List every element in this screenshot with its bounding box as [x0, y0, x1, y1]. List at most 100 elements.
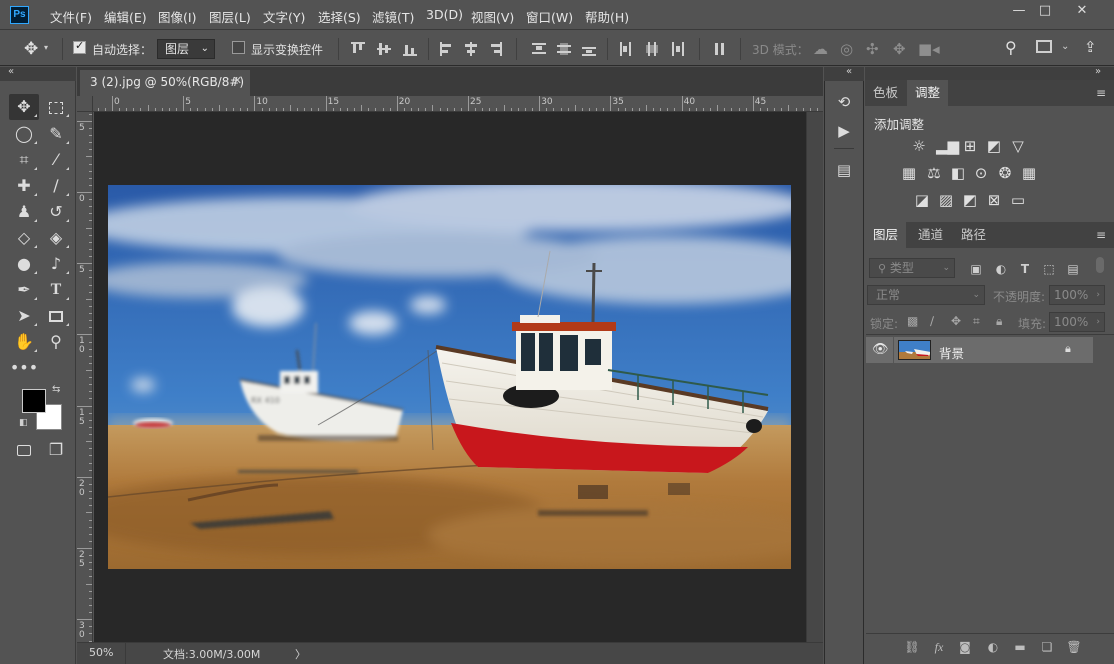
tab-adjustments[interactable]: 调整	[907, 80, 949, 106]
menu-edit[interactable]: 编辑(E)	[104, 7, 147, 26]
auto-select-checkbox[interactable]	[73, 39, 86, 54]
eye-visibility-icon[interactable]: 👁︎	[872, 342, 889, 357]
actions-play-icon[interactable]: ▶	[834, 121, 854, 141]
roll-3d-icon[interactable]: ◎	[840, 42, 853, 57]
document-tab[interactable]: 3 (2).jpg @ 50%(RGB/8#) ✕	[80, 70, 250, 96]
path-selection-tool[interactable]: ➤	[9, 303, 39, 329]
layer-name[interactable]: 背景	[939, 343, 964, 362]
auto-select-target-dropdown[interactable]: 图层 ⌄	[157, 39, 215, 59]
lock-all-icon[interactable]: 🔒︎	[996, 314, 1002, 329]
posterize-icon[interactable]: ▨	[937, 191, 955, 209]
quick-mask-button[interactable]	[9, 437, 39, 463]
maximize-button[interactable]: □	[1028, 0, 1062, 22]
color-lookup-icon[interactable]: ▦	[1020, 164, 1038, 182]
foreground-color-swatch[interactable]	[22, 389, 46, 413]
threshold-icon[interactable]: ◩	[961, 191, 979, 209]
delete-layer-trash-icon[interactable]: 🗑︎	[1066, 639, 1082, 655]
menu-3d[interactable]: 3D(D)	[426, 7, 463, 22]
selective-color-icon[interactable]: ⊠	[985, 191, 1003, 209]
distribute-top-icon[interactable]	[532, 42, 546, 56]
eraser-tool[interactable]: ◇	[9, 225, 39, 251]
close-button[interactable]: ✕	[1065, 0, 1099, 22]
photo-filter-icon[interactable]: ⊙	[972, 164, 990, 182]
gradient-map-icon[interactable]: ▭	[1009, 191, 1027, 209]
menu-layer[interactable]: 图层(L)	[209, 7, 251, 26]
dock-header[interactable]: «	[824, 66, 864, 81]
pen-tool[interactable]: ✒	[9, 277, 39, 303]
panel-menu-icon[interactable]: ≡	[1096, 228, 1106, 242]
hue-saturation-icon[interactable]: ▦	[900, 164, 918, 182]
lock-artboard-icon[interactable]: ⌗	[973, 314, 980, 329]
search-icon[interactable]: ⚲	[1005, 38, 1017, 57]
tab-channels[interactable]: 通道	[910, 222, 951, 248]
edit-toolbar-button[interactable]: •••	[9, 355, 39, 381]
collapse-icon[interactable]: «	[846, 66, 852, 77]
tool-preset-chevron-icon[interactable]: ▾	[44, 43, 48, 52]
invert-icon[interactable]: ◪	[913, 191, 931, 209]
scale-3d-icon[interactable]: ■◂	[918, 42, 940, 57]
menu-help[interactable]: 帮助(H)	[585, 7, 629, 26]
share-icon[interactable]: ⇪	[1084, 38, 1097, 56]
document-image[interactable]: RX 410	[108, 185, 791, 569]
distribute-bottom-icon[interactable]	[582, 42, 596, 56]
align-horizontal-center-icon[interactable]	[464, 42, 478, 56]
workspace-icon[interactable]	[1036, 40, 1052, 53]
black-white-icon[interactable]: ◧	[949, 164, 967, 182]
fill-field[interactable]: 100% ›	[1049, 312, 1105, 332]
default-colors-icon[interactable]: ◧	[19, 418, 28, 428]
brightness-contrast-icon[interactable]: ☼	[910, 137, 928, 155]
color-balance-icon[interactable]: ⚖	[925, 164, 943, 182]
history-brush-tool[interactable]: ↺	[41, 199, 71, 225]
status-menu-arrow[interactable]: 〉	[295, 646, 306, 662]
vertical-scrollbar[interactable]	[806, 112, 823, 642]
brush-tool[interactable]: ∕	[41, 173, 71, 199]
align-vertical-center-icon[interactable]	[377, 42, 391, 56]
filter-toggle[interactable]	[1096, 257, 1104, 273]
align-top-icon[interactable]	[351, 42, 365, 56]
toolbox-header[interactable]: «	[0, 66, 76, 81]
slide-3d-icon[interactable]: ✥	[893, 42, 906, 57]
zoom-tool[interactable]: ⚲	[41, 329, 71, 355]
lock-brush-icon[interactable]: ∕	[930, 314, 934, 328]
curves-icon[interactable]: ⊞	[961, 137, 979, 155]
collapse-icon[interactable]: «	[8, 66, 14, 77]
orbit-3d-icon[interactable]: ☁	[813, 42, 828, 57]
auto-align-layers-icon[interactable]	[713, 42, 727, 56]
vibrance-icon[interactable]: ▽	[1009, 137, 1027, 155]
layer-style-fx-icon[interactable]: fx	[931, 639, 947, 655]
filter-adjustment-icon[interactable]: ◐	[993, 261, 1009, 277]
tab-swatches[interactable]: 色板	[865, 80, 906, 106]
swap-colors-icon[interactable]: ⇆	[52, 384, 60, 395]
align-right-icon[interactable]	[488, 42, 502, 56]
menu-view[interactable]: 视图(V)	[471, 7, 514, 26]
align-left-icon[interactable]	[440, 42, 454, 56]
horizontal-ruler[interactable]: 0 5 10 15 20 25 30 35 40 45	[93, 96, 823, 112]
drag-3d-icon[interactable]: ✣	[866, 42, 879, 57]
crop-tool[interactable]: ⌗	[9, 147, 39, 173]
filter-shape-icon[interactable]: ⬚	[1041, 261, 1057, 277]
blend-mode-dropdown[interactable]: 正常 ⌄	[867, 285, 985, 305]
lock-transparent-icon[interactable]: ▩	[907, 314, 918, 328]
exposure-icon[interactable]: ◩	[985, 137, 1003, 155]
close-tab-icon[interactable]: ✕	[233, 74, 242, 87]
paint-bucket-tool[interactable]: ◈	[41, 225, 71, 251]
tab-paths[interactable]: 路径	[953, 222, 994, 248]
show-transform-checkbox[interactable]	[232, 41, 245, 54]
vertical-ruler[interactable]: 5 0 5 1 0 1 5 2 0 2 5 3 0	[77, 112, 93, 642]
menu-window[interactable]: 窗口(W)	[526, 7, 573, 26]
screen-mode-button[interactable]: ❐	[41, 437, 71, 463]
new-adjustment-layer-icon[interactable]: ◐	[985, 639, 1001, 655]
zoom-level[interactable]: 50%	[89, 646, 113, 659]
ruler-origin[interactable]	[77, 96, 93, 112]
menu-filter[interactable]: 滤镜(T)	[372, 7, 414, 26]
properties-icon[interactable]: ▤	[834, 160, 854, 180]
distribute-left-icon[interactable]	[619, 42, 633, 56]
history-icon[interactable]: ⟲	[834, 92, 854, 112]
filter-pixel-icon[interactable]: ▣	[968, 261, 984, 277]
menu-select[interactable]: 选择(S)	[318, 7, 361, 26]
lock-position-icon[interactable]: ✥	[951, 314, 961, 328]
tab-layers[interactable]: 图层	[865, 222, 907, 248]
expand-icon[interactable]: »	[1095, 66, 1101, 77]
dodge-tool[interactable]: ♪	[41, 251, 71, 277]
rectangle-tool[interactable]	[41, 303, 71, 329]
